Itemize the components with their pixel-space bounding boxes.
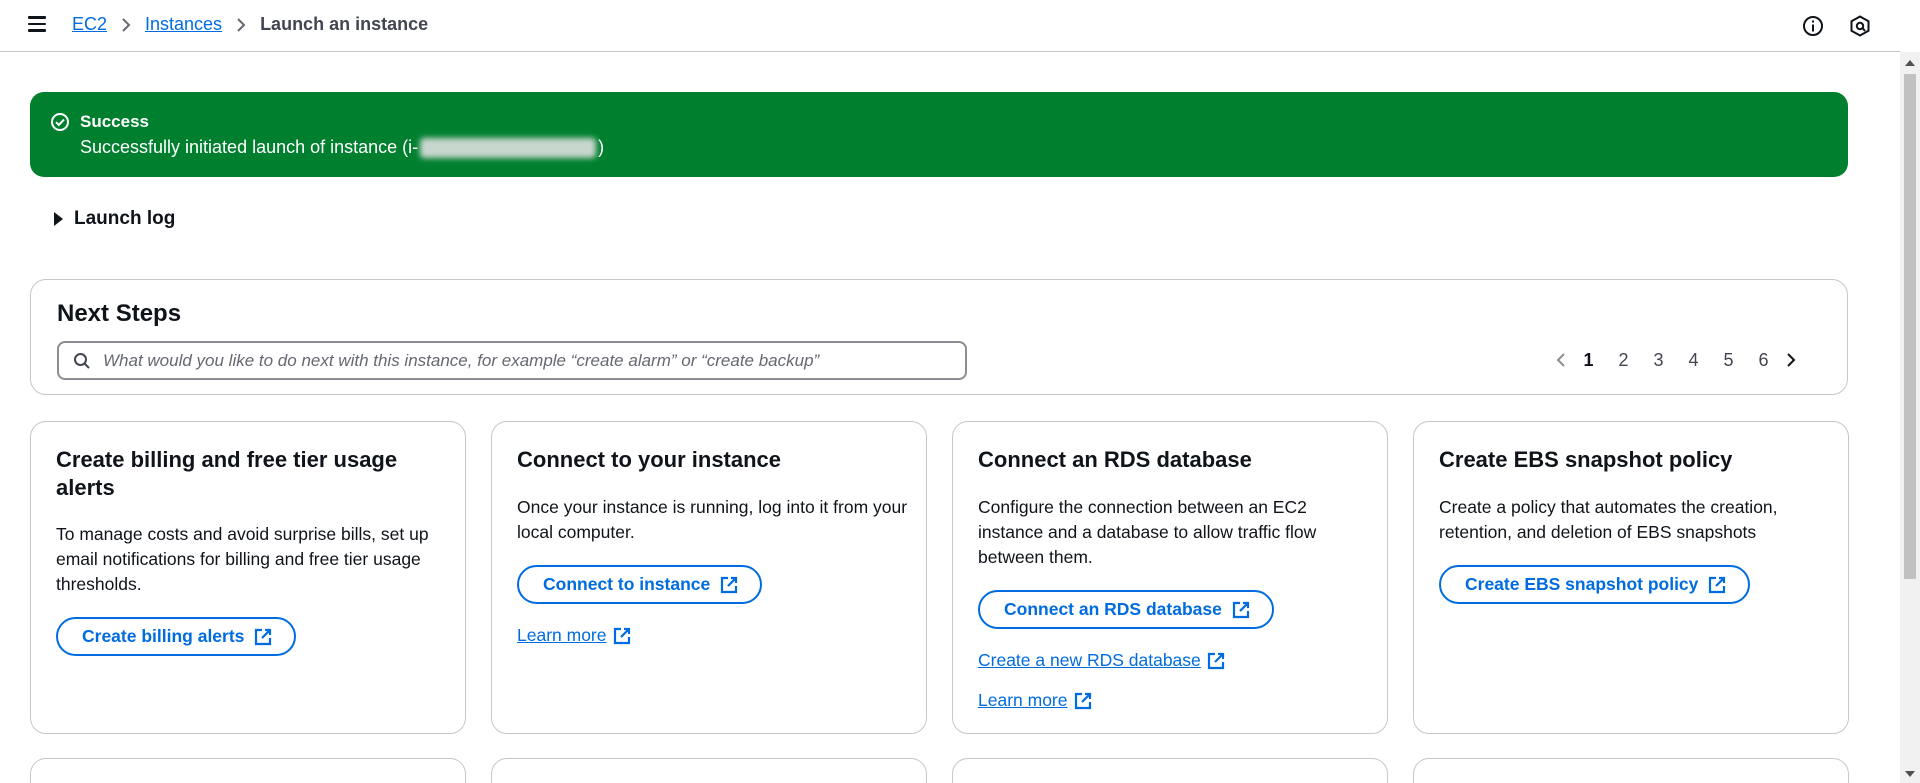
- page-1[interactable]: 1: [1571, 350, 1606, 371]
- card-partial: [952, 758, 1388, 783]
- flash-title: Success: [80, 112, 149, 131]
- external-link-icon: [1207, 652, 1225, 670]
- card-description: Create a policy that automates the creat…: [1439, 497, 1778, 542]
- create-ebs-snapshot-policy-button[interactable]: Create EBS snapshot policy: [1439, 565, 1751, 604]
- link-label: Create a new RDS database: [978, 650, 1201, 670]
- search-input[interactable]: [103, 343, 953, 378]
- external-link-icon: [1074, 692, 1092, 710]
- card-partial: [30, 758, 466, 783]
- next-steps-title: Next Steps: [57, 300, 182, 327]
- flash-message: Successfully initiated launch of instanc…: [80, 137, 604, 158]
- launch-log-expander[interactable]: Launch log: [54, 208, 175, 230]
- page-4[interactable]: 4: [1676, 350, 1711, 371]
- card-ebs-snapshot-policy: Create EBS snapshot policy Create a poli…: [1413, 421, 1849, 734]
- scroll-up-arrow-icon[interactable]: [1905, 60, 1915, 66]
- card-connect-instance: Connect to your instance Once your insta…: [491, 421, 927, 734]
- card-billing-alerts: Create billing and free tier usage alert…: [30, 421, 466, 734]
- button-label: Connect to instance: [543, 574, 711, 594]
- card-connect-rds: Connect an RDS database Configure the co…: [952, 421, 1388, 734]
- external-link-icon: [1232, 601, 1250, 619]
- flash-message-suffix: ): [598, 137, 605, 157]
- chevron-right-icon: [236, 17, 246, 33]
- link-label: Learn more: [517, 625, 607, 645]
- scroll-down-arrow-icon[interactable]: [1905, 771, 1915, 777]
- card-partial: [491, 758, 927, 783]
- button-label: Connect an RDS database: [1004, 599, 1222, 619]
- card-title: Create billing and free tier usage alert…: [56, 447, 398, 500]
- card-description: Once your instance is running, log into …: [517, 497, 908, 542]
- breadcrumb-instances-link[interactable]: Instances: [145, 14, 222, 35]
- success-flash-banner: Success Successfully initiated launch of…: [30, 92, 1848, 177]
- card-title: Create EBS snapshot policy: [1439, 447, 1733, 472]
- learn-more-link[interactable]: Learn more: [517, 625, 631, 646]
- hamburger-icon[interactable]: [28, 16, 48, 34]
- page-2[interactable]: 2: [1606, 350, 1641, 371]
- launch-log-label: Launch log: [74, 208, 176, 229]
- create-billing-alerts-button[interactable]: Create billing alerts: [56, 617, 297, 656]
- button-label: Create EBS snapshot policy: [1465, 574, 1699, 594]
- pagination: 1 2 3 4 5 6: [1551, 348, 1801, 372]
- next-steps-panel: Next Steps 1 2 3 4 5 6: [30, 279, 1848, 395]
- connect-to-instance-button[interactable]: Connect to instance: [517, 565, 763, 604]
- create-new-rds-database-link[interactable]: Create a new RDS database: [978, 650, 1225, 671]
- scrollbar-thumb[interactable]: [1904, 74, 1916, 579]
- top-navigation-bar: EC2 Instances Launch an instance: [0, 0, 1900, 52]
- learn-more-link[interactable]: Learn more: [978, 690, 1092, 711]
- card-description: Configure the connection between an EC2 …: [978, 497, 1317, 567]
- card-title: Connect an RDS database: [978, 447, 1252, 472]
- info-icon[interactable]: [1801, 14, 1825, 38]
- card-partial: [1413, 758, 1849, 783]
- card-description: To manage costs and avoid surprise bills…: [56, 524, 429, 594]
- hexagon-icon[interactable]: [1848, 14, 1872, 38]
- link-label: Learn more: [978, 690, 1068, 710]
- vertical-scrollbar[interactable]: [1900, 52, 1920, 783]
- page-5[interactable]: 5: [1711, 350, 1746, 371]
- external-link-icon: [254, 628, 272, 646]
- search-icon: [73, 352, 91, 370]
- chevron-right-icon[interactable]: [1781, 348, 1801, 372]
- breadcrumb: EC2 Instances Launch an instance: [72, 14, 428, 35]
- flash-message-prefix: Successfully initiated launch of instanc…: [80, 137, 419, 157]
- button-label: Create billing alerts: [82, 626, 245, 646]
- breadcrumb-current: Launch an instance: [260, 14, 429, 34]
- connect-rds-database-button[interactable]: Connect an RDS database: [978, 590, 1274, 629]
- chevron-right-icon: [121, 17, 131, 33]
- breadcrumb-ec2-link[interactable]: EC2: [72, 14, 107, 35]
- chevron-left-icon[interactable]: [1551, 348, 1571, 372]
- card-title: Connect to your instance: [517, 447, 782, 472]
- redacted-instance-id: [420, 137, 597, 158]
- check-circle-icon: [50, 112, 70, 132]
- external-link-icon: [720, 576, 738, 594]
- caret-right-icon: [54, 212, 63, 226]
- next-steps-search: [57, 341, 967, 380]
- external-link-icon: [613, 627, 631, 645]
- external-link-icon: [1708, 576, 1726, 594]
- page-6[interactable]: 6: [1746, 350, 1781, 371]
- page-3[interactable]: 3: [1641, 350, 1676, 371]
